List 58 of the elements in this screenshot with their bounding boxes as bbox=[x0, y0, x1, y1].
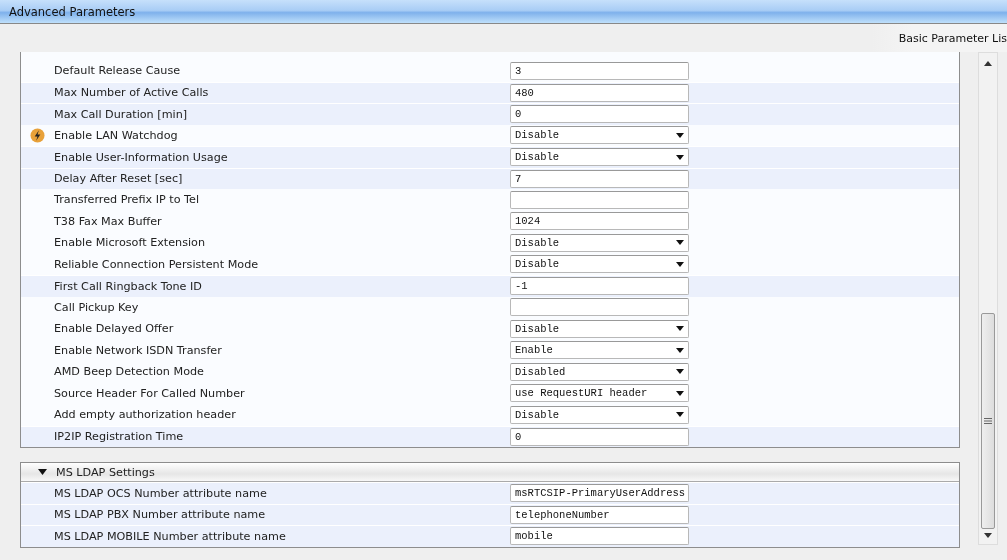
collapse-icon[interactable] bbox=[38, 469, 47, 475]
parameter-label: MS LDAP PBX Number attribute name bbox=[54, 508, 267, 522]
parameter-label: Max Number of Active Calls bbox=[54, 86, 210, 100]
caret-icon bbox=[676, 240, 684, 246]
parameter-label: MS LDAP OCS Number attribute name bbox=[54, 486, 268, 500]
text-field[interactable]: 7 bbox=[510, 169, 689, 188]
parameter-label: Call Pickup Key bbox=[54, 300, 140, 314]
parameter-label: Source Header For Called Number bbox=[54, 386, 246, 400]
dropdown[interactable]: use RequestURI header bbox=[510, 384, 689, 403]
text-field[interactable]: 0 bbox=[510, 427, 689, 446]
parameter-label: MS LDAP MOBILE Number attribute name bbox=[54, 529, 287, 543]
section-title: MS LDAP Settings bbox=[56, 465, 155, 479]
parameter-label: Enable User-Information Usage bbox=[54, 150, 229, 164]
parameter-label: First Call Ringback Tone ID bbox=[54, 279, 203, 293]
dropdown[interactable]: Disable bbox=[510, 126, 689, 145]
parameter-label: Reliable Connection Persistent Mode bbox=[54, 257, 260, 271]
dropdown[interactable]: Disabled bbox=[510, 362, 689, 381]
caret-icon bbox=[676, 412, 684, 418]
caret-icon bbox=[676, 347, 684, 353]
text-field[interactable]: 1024 bbox=[510, 212, 689, 231]
dropdown[interactable]: Disable bbox=[510, 405, 689, 424]
parameter-label: Add empty authorization header bbox=[54, 408, 237, 422]
scroll-down-icon[interactable] bbox=[984, 533, 992, 538]
parameter-label: Enable LAN Watchdog bbox=[54, 128, 179, 142]
text-field[interactable]: -1 bbox=[510, 277, 689, 296]
caret-icon bbox=[676, 154, 684, 160]
parameter-label: Enable Delayed Offer bbox=[54, 322, 175, 336]
dropdown[interactable]: Enable bbox=[510, 341, 689, 360]
window-title: Advanced Parameters bbox=[0, 0, 1007, 24]
caret-icon bbox=[676, 326, 684, 332]
text-field[interactable] bbox=[510, 298, 689, 317]
scroll-up-icon[interactable] bbox=[984, 61, 992, 66]
parameter-label: Delay After Reset [sec] bbox=[54, 172, 184, 186]
dropdown[interactable]: Disable bbox=[510, 233, 689, 252]
caret-icon bbox=[676, 261, 684, 267]
scrollbar[interactable] bbox=[978, 52, 998, 545]
parameter-label: IP2IP Registration Time bbox=[54, 430, 185, 444]
scroll-thumb[interactable] bbox=[981, 313, 995, 529]
text-field[interactable]: 480 bbox=[510, 83, 689, 102]
caret-icon bbox=[676, 369, 684, 375]
parameter-label: Enable Network ISDN Transfer bbox=[54, 343, 223, 357]
parameter-label: Max Call Duration [min] bbox=[54, 107, 189, 121]
parameter-label: AMD Beep Detection Mode bbox=[54, 365, 205, 379]
text-field[interactable]: telephoneNumber bbox=[510, 505, 689, 524]
parameter-label: Transferred Prefix IP to Tel bbox=[54, 193, 200, 207]
text-field[interactable]: mobile bbox=[510, 527, 689, 546]
caret-icon bbox=[676, 390, 684, 396]
text-field[interactable]: msRTCSIP-PrimaryUserAddress bbox=[510, 484, 689, 503]
text-field[interactable]: 0 bbox=[510, 105, 689, 124]
text-field[interactable] bbox=[510, 190, 689, 209]
parameter-label: T38 Fax Max Buffer bbox=[54, 214, 163, 228]
parameter-label: Default Release Cause bbox=[54, 64, 182, 78]
dropdown[interactable]: Disable bbox=[510, 148, 689, 167]
dropdown[interactable]: Disable bbox=[510, 319, 689, 338]
dropdown[interactable]: Disable bbox=[510, 255, 689, 274]
text-field[interactable]: 3 bbox=[510, 61, 689, 80]
caret-icon bbox=[676, 132, 684, 138]
parameter-label: Enable Microsoft Extension bbox=[54, 236, 207, 250]
